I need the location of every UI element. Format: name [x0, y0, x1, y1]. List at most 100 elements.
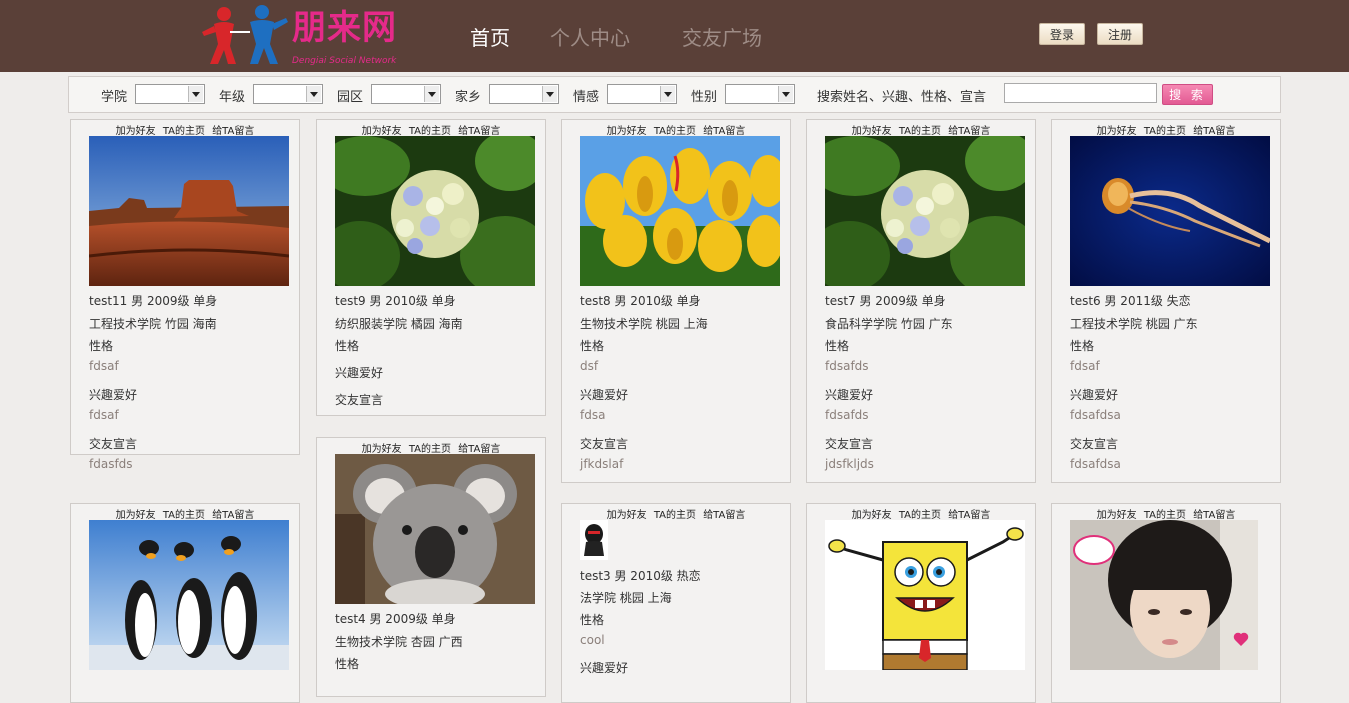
profile-photo[interactable]: [1070, 520, 1258, 670]
koala-image: [335, 454, 535, 604]
login-button[interactable]: 登录: [1039, 23, 1085, 45]
card-personality-value: fdsaf: [89, 359, 119, 373]
card-name-line: test9 男 2010级 单身: [335, 294, 456, 308]
card-personality-label: 性格: [335, 657, 360, 671]
card-actions: 加为好友 TA的主页 给TA留言: [1052, 506, 1280, 521]
search-input[interactable]: [1004, 83, 1157, 103]
profile-card: 加为好友 TA的主页 给TA留言 test7 男 2009级 单身 食品科学学院…: [806, 119, 1036, 483]
search-button[interactable]: 搜 索: [1162, 84, 1213, 105]
chevron-down-icon: [306, 86, 321, 102]
chevron-down-icon: [542, 86, 557, 102]
filter-bar: 学院 年级 园区 家乡 情感 性别 搜索姓名、兴趣、性格、宣言 搜 索: [68, 76, 1281, 113]
chevron-down-icon: [660, 86, 675, 102]
card-personality-label: 性格: [1070, 339, 1095, 353]
profile-card: 加为好友 TA的主页 给TA留言: [70, 503, 300, 703]
card-school-line: 生物技术学院 杏园 广西: [335, 635, 463, 649]
logo-people-icon: [202, 5, 288, 64]
card-name-line: test8 男 2010级 单身: [580, 294, 701, 308]
profile-photo[interactable]: [580, 520, 608, 560]
hydrangea-image: [335, 136, 535, 286]
card-hobby-label: 兴趣爱好: [825, 388, 874, 402]
profile-photo[interactable]: [335, 454, 535, 604]
card-declaration-label: 交友宣言: [825, 437, 874, 451]
card-actions: 加为好友 TA的主页 给TA留言: [71, 506, 299, 521]
filter-label-relationship: 情感: [573, 90, 600, 105]
card-personality-label: 性格: [580, 613, 605, 627]
card-school-line: 食品科学学院 竹园 广东: [825, 317, 953, 331]
filter-select-gender[interactable]: [725, 84, 795, 104]
card-declaration-value: jfkdslaf: [580, 457, 624, 471]
desert-mesa-image: [89, 136, 289, 286]
card-name-line: test3 男 2010级 热恋: [580, 569, 701, 583]
card-school-line: 生物技术学院 桃园 上海: [580, 317, 708, 331]
card-school-line: 纺织服装学院 橘园 海南: [335, 317, 463, 331]
register-button[interactable]: 注册: [1097, 23, 1143, 45]
filter-select-relationship[interactable]: [607, 84, 677, 104]
logo-subtitle: Dengiai Social Network: [292, 56, 397, 66]
card-declaration-value: fdsafdsa: [1070, 457, 1121, 471]
profile-photo[interactable]: [89, 520, 289, 670]
card-declaration-value: fdasfds: [89, 457, 133, 471]
profile-photo[interactable]: [89, 136, 289, 286]
profile-photo[interactable]: [580, 136, 780, 286]
card-actions: 加为好友 TA的主页 给TA留言: [317, 122, 545, 137]
card-personality-label: 性格: [89, 339, 114, 353]
card-name-line: test4 男 2009级 单身: [335, 612, 456, 626]
card-declaration-label: 交友宣言: [335, 393, 384, 407]
cartoon-sponge-image: [825, 520, 1025, 670]
card-hobby-label: 兴趣爱好: [580, 661, 629, 675]
card-hobby-value: fdsafdsa: [1070, 408, 1121, 422]
profile-card: 加为好友 TA的主页 给TA留言 test11 男 2009级 单身 工程技术学…: [70, 119, 300, 471]
jellyfish-image: [1070, 136, 1270, 286]
tulips-image: [580, 136, 780, 286]
card-hobby-label: 兴趣爱好: [335, 366, 384, 380]
message-link[interactable]: 给TA留言: [703, 510, 745, 521]
card-school-line: 工程技术学院 桃园 广东: [1070, 317, 1198, 331]
filter-select-grade[interactable]: [253, 84, 323, 104]
profile-photo[interactable]: [1070, 136, 1270, 286]
card-actions: 加为好友 TA的主页 给TA留言: [562, 506, 790, 521]
profile-photo[interactable]: [825, 136, 1025, 286]
card-declaration-label: 交友宣言: [89, 437, 138, 451]
profile-photo[interactable]: [825, 520, 1025, 670]
card-actions: 加为好友 TA的主页 给TA留言: [807, 122, 1035, 137]
filter-label-grade: 年级: [219, 90, 246, 105]
hydrangea-image: [825, 136, 1025, 286]
card-hobby-label: 兴趣爱好: [89, 388, 138, 402]
card-school-line: 法学院 桃园 上海: [580, 591, 672, 605]
card-declaration-value: jdsfkljds: [825, 457, 874, 471]
profile-card: 加为好友 TA的主页 给TA留言 test6 男 2011级 失恋 工程技术学院…: [1051, 119, 1281, 483]
card-hobby-value: fdsafds: [825, 408, 869, 422]
card-hobby-label: 兴趣爱好: [580, 388, 629, 402]
card-personality-label: 性格: [825, 339, 850, 353]
card-personality-value: fdsaf: [1070, 359, 1100, 373]
small-avatar-image: [580, 520, 608, 560]
girl-portrait-image: [1070, 520, 1258, 670]
add-friend-link[interactable]: 加为好友: [607, 510, 647, 521]
card-declaration-label: 交友宣言: [1070, 437, 1119, 451]
card-personality-label: 性格: [335, 339, 360, 353]
nav-personal-center[interactable]: 个人中心: [550, 22, 630, 51]
card-personality-value: dsf: [580, 359, 599, 373]
chevron-down-icon: [778, 86, 793, 102]
nav-home[interactable]: 首页: [470, 22, 510, 51]
site-logo[interactable]: 朋来网 Dengiai Social Network: [200, 2, 432, 68]
homepage-link[interactable]: TA的主页: [654, 510, 696, 521]
nav-friend-square[interactable]: 交友广场: [682, 22, 762, 51]
filter-select-college[interactable]: [135, 84, 205, 104]
profile-card: 加为好友 TA的主页 给TA留言 test3 男 2010级 热恋 法学院 桃园…: [561, 503, 791, 703]
card-personality-label: 性格: [580, 339, 605, 353]
card-personality-value: fdsafds: [825, 359, 869, 373]
penguins-image: [89, 520, 289, 670]
profile-card: 加为好友 TA的主页 给TA留言 test9 男 2010级 单身 纺织服装学院…: [316, 119, 546, 416]
profile-photo[interactable]: [335, 136, 535, 286]
card-name-line: test11 男 2009级 单身: [89, 294, 218, 308]
profile-card: 加为好友 TA的主页 给TA留言: [1051, 503, 1281, 703]
profile-card: 加为好友 TA的主页 给TA留言: [561, 119, 791, 483]
filter-select-hometown[interactable]: [489, 84, 559, 104]
filter-label-campus: 园区: [337, 90, 364, 105]
card-actions: 加为好友 TA的主页 给TA留言: [562, 122, 790, 137]
filter-label-gender: 性别: [691, 90, 718, 105]
card-name-line: test7 男 2009级 单身: [825, 294, 946, 308]
filter-select-campus[interactable]: [371, 84, 441, 104]
